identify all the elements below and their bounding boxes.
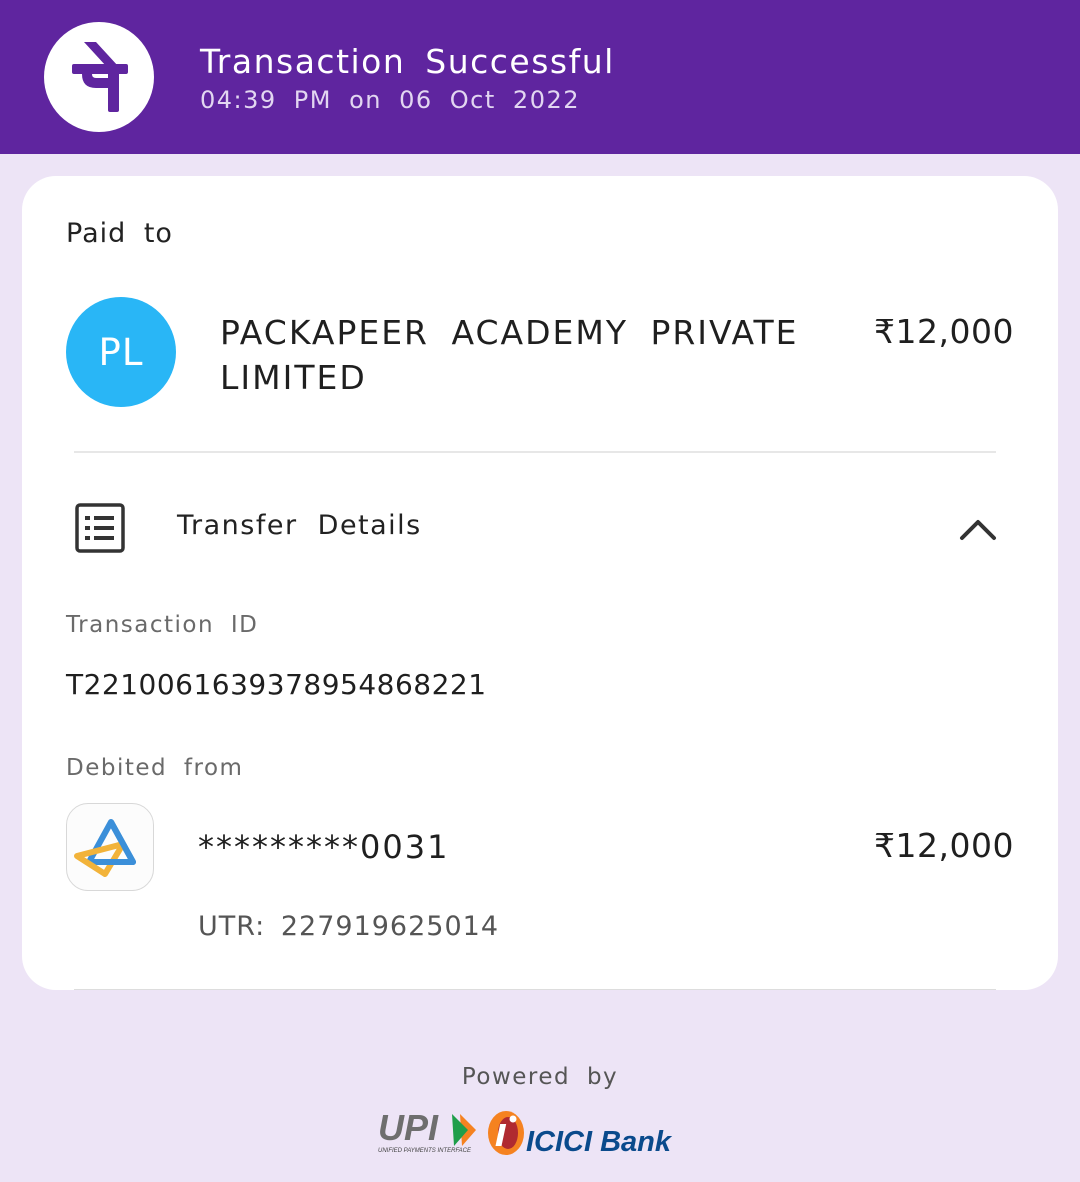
debit-amount: ₹12,000 <box>874 826 1014 865</box>
paid-to-label: Paid to <box>66 218 173 249</box>
receipt-list-icon <box>74 502 126 558</box>
header-bar: Transaction Successful 04:39 PM on 06 Oc… <box>0 0 1080 154</box>
account-number: *********0031 <box>198 828 450 866</box>
transaction-id-label: Transaction ID <box>66 612 259 638</box>
transaction-id-value: T2210061639378954868221 <box>66 668 487 701</box>
transfer-details-label: Transfer Details <box>177 510 422 541</box>
footer-logos: UPI UNIFIED PAYMENTS INTERFACE ICICI Ban… <box>376 1106 706 1162</box>
icici-logo-icon <box>488 1111 524 1155</box>
utr-number: UTR: 227919625014 <box>198 911 500 942</box>
header-timestamp: 04:39 PM on 06 Oct 2022 <box>200 86 580 114</box>
transaction-receipt-page: Transaction Successful 04:39 PM on 06 Oc… <box>0 0 1080 1182</box>
upi-logo-icon: UPI UNIFIED PAYMENTS INTERFACE ICICI Ban… <box>378 1107 673 1158</box>
phonepe-logo-icon <box>44 22 154 132</box>
payee-name: PACKAPEER ACADEMY PRIVATE LIMITED <box>220 313 799 397</box>
powered-by-label: Powered by <box>461 1064 619 1090</box>
upi-logo-text: UPI <box>378 1107 439 1148</box>
icici-bank-text: ICICI Bank <box>526 1126 673 1158</box>
payee-avatar: PL <box>66 297 176 407</box>
divider <box>74 989 996 990</box>
upi-tagline: UNIFIED PAYMENTS INTERFACE <box>378 1148 472 1154</box>
transfer-details-toggle[interactable]: Transfer Details <box>22 486 1058 566</box>
divider <box>74 451 996 453</box>
debited-from-label: Debited from <box>66 755 244 781</box>
payee-initials: PL <box>98 330 144 374</box>
sbi-bank-icon <box>66 803 154 891</box>
chevron-up-icon[interactable] <box>956 508 1000 548</box>
header-title: Transaction Successful <box>200 42 615 81</box>
payee-amount: ₹12,000 <box>874 312 1014 351</box>
receipt-card: Paid to PL PACKAPEER ACADEMY PRIVATE LIM… <box>22 176 1058 990</box>
